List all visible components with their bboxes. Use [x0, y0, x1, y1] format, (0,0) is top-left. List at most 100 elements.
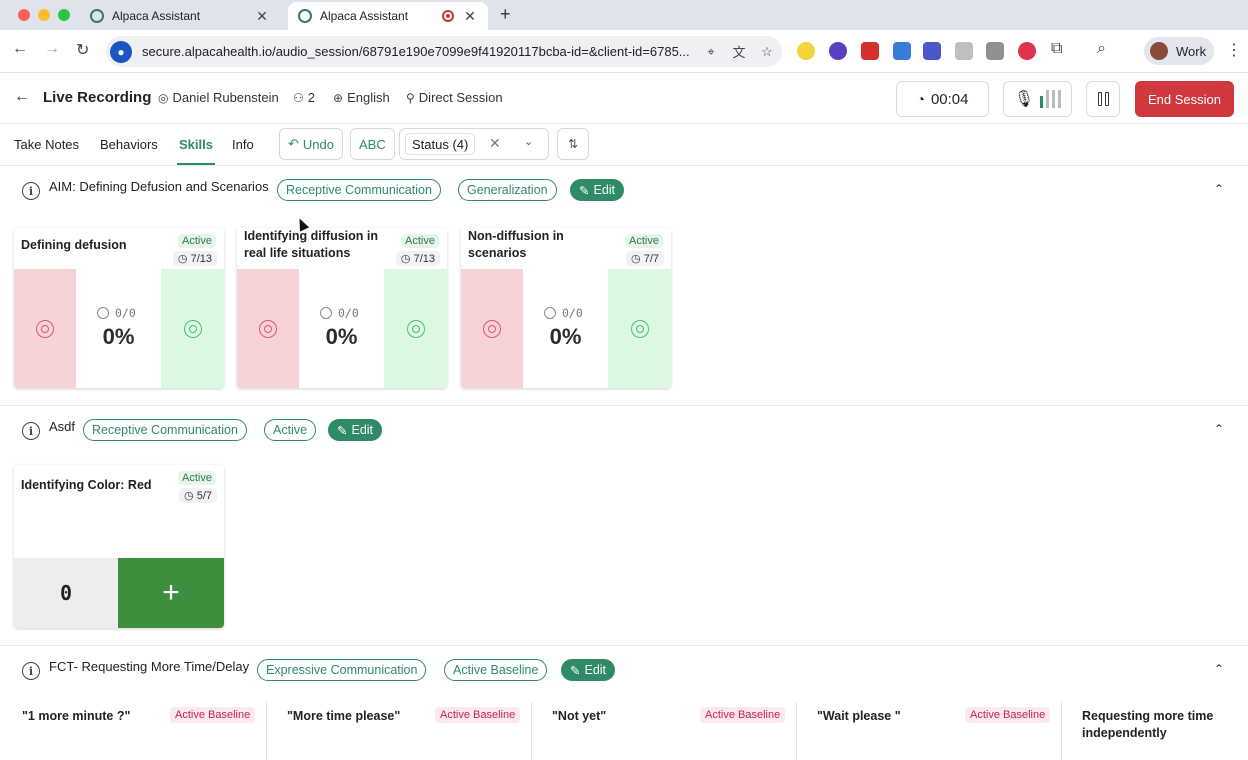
pencil-icon: ✎: [570, 663, 581, 678]
tab-take-notes[interactable]: Take Notes: [14, 137, 79, 152]
edit-goal-button[interactable]: ✎ Edit: [561, 659, 616, 681]
skill-card[interactable]: Requesting more time independently: [1074, 702, 1248, 760]
status-badge: Active Baseline: [435, 707, 521, 723]
minimize-window-button[interactable]: [38, 9, 50, 21]
client-name-text: Daniel Rubenstein: [172, 90, 279, 105]
chevron-up-icon[interactable]: ⌃: [1214, 182, 1224, 196]
thumbs-up-icon: [630, 319, 649, 338]
correct-zone[interactable]: [384, 269, 447, 388]
client-name[interactable]: ◎ Daniel Rubenstein: [158, 90, 279, 105]
forward-arrow-icon[interactable]: →: [44, 40, 60, 58]
language-selector[interactable]: ⊕ English: [333, 90, 390, 105]
goal-tag: Receptive Communication: [83, 419, 247, 441]
browser-tab-1[interactable]: Alpaca Assistant ✕: [80, 2, 280, 30]
clear-filter-icon[interactable]: ✕: [489, 135, 501, 152]
extension-pen-icon[interactable]: [955, 42, 973, 60]
audio-level-icon: [1040, 90, 1062, 108]
browser-tab-2[interactable]: Alpaca Assistant ✕: [288, 2, 488, 30]
incorrect-zone[interactable]: [237, 269, 299, 388]
status-badge: Active Baseline: [965, 707, 1051, 723]
pencil-icon: ✎: [337, 423, 348, 438]
chevron-up-icon[interactable]: ⌃: [1214, 422, 1224, 436]
browser-menu-icon[interactable]: ⋮: [1226, 40, 1242, 60]
edit-goal-button[interactable]: ✎ Edit: [570, 179, 625, 201]
edit-label: Edit: [593, 183, 616, 197]
pause-button[interactable]: [1086, 81, 1120, 117]
browser-tabstrip: Alpaca Assistant ✕ Alpaca Assistant ✕ +: [0, 0, 1248, 30]
incorrect-zone[interactable]: [14, 269, 76, 388]
skill-card[interactable]: "Wait please " Active Baseline: [809, 702, 1062, 760]
edit-goal-button[interactable]: ✎ Edit: [328, 419, 383, 441]
extension-red-icon[interactable]: [861, 42, 879, 60]
trial-count-text: 0/0: [338, 306, 359, 320]
skill-card[interactable]: Identifying Color: Red Active ◷ 5/7 0 +: [14, 465, 224, 628]
status-filter[interactable]: Status (4) ✕ ⌄: [399, 128, 549, 160]
profile-label: Work: [1176, 43, 1207, 59]
close-window-button[interactable]: [18, 9, 30, 21]
tab-info[interactable]: Info: [232, 137, 254, 152]
info-icon[interactable]: i: [22, 662, 40, 680]
sort-button[interactable]: ⇅: [557, 128, 589, 160]
tab-search-icon[interactable]: ⌕: [1097, 40, 1106, 58]
skill-card[interactable]: "Not yet" Active Baseline: [544, 702, 797, 760]
session-type[interactable]: ⚲ Direct Session: [406, 90, 503, 105]
trial-count-text: 0/0: [115, 306, 136, 320]
session-count: 7/7: [643, 253, 659, 265]
skill-card[interactable]: Identifying diffusion in real life situa…: [237, 228, 447, 388]
extension-circle-icon[interactable]: [829, 42, 847, 60]
globe-icon: ⊕: [333, 90, 344, 105]
location-pin-icon[interactable]: ⌖: [700, 44, 722, 60]
participants-count-text: 2: [307, 90, 315, 105]
incorrect-zone[interactable]: [461, 269, 523, 388]
participants-count[interactable]: ⚇ 2: [293, 90, 315, 105]
tab-skills[interactable]: Skills: [177, 137, 215, 165]
session-count-badge: ◷ 7/13: [172, 251, 217, 266]
correct-zone[interactable]: [161, 269, 224, 388]
back-arrow-icon[interactable]: ←: [12, 40, 28, 58]
extension-sun-icon[interactable]: [797, 42, 815, 60]
pencil-icon: ✎: [579, 183, 590, 198]
bookmark-star-icon[interactable]: ☆: [756, 44, 778, 60]
abc-button[interactable]: ABC: [350, 128, 395, 160]
tab-behaviors[interactable]: Behaviors: [100, 137, 158, 152]
thumbs-down-icon: [483, 319, 501, 338]
skill-card[interactable]: "More time please" Active Baseline: [279, 702, 532, 760]
microphone-control[interactable]: 🎙: [1003, 81, 1072, 117]
extension-blue-icon[interactable]: [893, 42, 911, 60]
close-tab-icon[interactable]: ✕: [254, 8, 270, 25]
extensions-puzzle-icon[interactable]: ⧉: [1051, 40, 1062, 58]
status-filter-chip: Status (4): [405, 133, 476, 155]
thumbs-up-icon: [183, 319, 202, 338]
extension-pink-icon[interactable]: [1018, 42, 1036, 60]
url-text[interactable]: secure.alpacahealth.io/audio_session/687…: [142, 44, 694, 59]
skill-card[interactable]: Non-diffusion in scenarios Active ◷ 7/7 …: [461, 228, 671, 388]
goal-tag: Active Baseline: [444, 659, 548, 681]
status-badge: Active: [178, 234, 216, 248]
trial-count-text: 0/0: [562, 306, 583, 320]
increment-plus-button[interactable]: +: [118, 558, 224, 628]
skill-card[interactable]: "1 more minute ?" Active Baseline: [14, 702, 267, 760]
address-bar[interactable]: ● secure.alpacahealth.io/audio_session/6…: [106, 36, 782, 67]
end-session-button[interactable]: End Session: [1135, 81, 1234, 117]
skill-title: "Wait please ": [817, 709, 901, 723]
microphone-permission-icon[interactable]: ●: [110, 40, 132, 63]
skill-card[interactable]: Defining defusion Active ◷ 7/13 0/0 0%: [14, 228, 224, 388]
extension-code-icon[interactable]: [986, 42, 1004, 60]
undo-button[interactable]: ↶ Undo: [279, 128, 343, 160]
close-tab-icon[interactable]: ✕: [462, 8, 478, 25]
maximize-window-button[interactable]: [58, 9, 70, 21]
reload-icon[interactable]: ↻: [76, 40, 89, 60]
info-icon[interactable]: i: [22, 422, 40, 440]
accuracy-percent: 0%: [325, 324, 358, 349]
back-arrow-icon[interactable]: ←: [14, 88, 30, 106]
chevron-down-icon[interactable]: ⌄: [524, 135, 533, 148]
profile-button[interactable]: Work: [1144, 37, 1214, 65]
section-divider: [0, 645, 1248, 646]
translate-icon[interactable]: 文: [728, 42, 750, 61]
session-timer[interactable]: ◔ 00:04: [896, 81, 989, 117]
correct-zone[interactable]: [608, 269, 671, 388]
info-icon[interactable]: i: [22, 182, 40, 200]
new-tab-plus-icon[interactable]: +: [500, 4, 511, 25]
extension-e-icon[interactable]: [923, 42, 941, 60]
chevron-up-icon[interactable]: ⌃: [1214, 662, 1224, 676]
